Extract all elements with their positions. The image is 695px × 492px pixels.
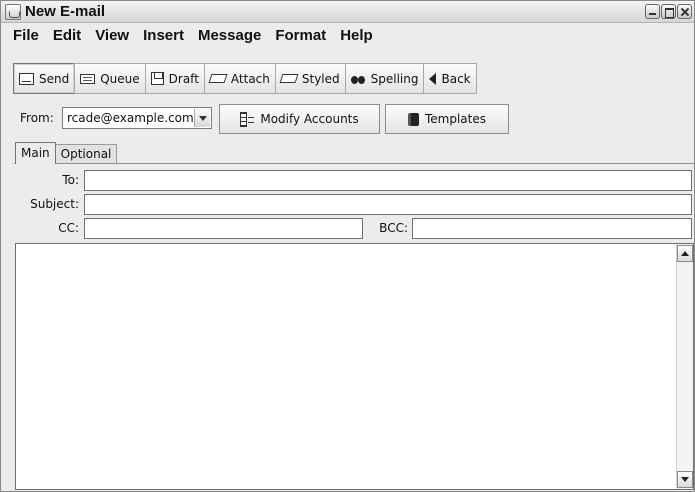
title-bar[interactable]: New E-mail [1, 1, 694, 23]
menu-view[interactable]: View [88, 27, 136, 44]
back-label: Back [441, 71, 471, 86]
scroll-up-icon[interactable] [677, 245, 693, 262]
back-button[interactable]: Back [423, 63, 477, 94]
message-body-text[interactable] [20, 248, 670, 478]
spelling-label: Spelling [370, 71, 419, 86]
maximize-icon[interactable] [661, 4, 676, 19]
to-field[interactable] [84, 170, 692, 191]
send-label: Send [39, 71, 70, 86]
attach-button[interactable]: Attach [203, 63, 276, 94]
bcc-label: BCC: [379, 221, 408, 235]
from-account-value: rcade@example.com [67, 111, 194, 125]
minimize-icon[interactable] [645, 4, 660, 19]
spelling-icon [350, 72, 366, 86]
spelling-button[interactable]: Spelling [344, 63, 425, 94]
from-label: From: [20, 111, 54, 125]
draft-icon [150, 72, 164, 85]
tab-main[interactable]: Main [15, 142, 56, 164]
cc-field[interactable] [84, 218, 363, 239]
draft-button[interactable]: Draft [144, 63, 205, 94]
back-arrow-icon [429, 72, 437, 85]
java-app-icon [5, 4, 21, 20]
compose-tabs: Main Optional [15, 142, 118, 164]
attach-label: Attach [230, 71, 270, 86]
templates-label: Templates [424, 112, 486, 126]
message-body-editor[interactable] [15, 243, 694, 490]
subject-label: Subject: [30, 197, 79, 211]
tab-optional[interactable]: Optional [54, 144, 118, 164]
menu-insert[interactable]: Insert [136, 27, 191, 44]
attach-icon [208, 74, 228, 83]
menu-message[interactable]: Message [191, 27, 268, 44]
window-controls [645, 4, 692, 19]
modify-accounts-button[interactable]: Modify Accounts [219, 104, 380, 134]
to-label: To: [62, 173, 79, 187]
menu-bar: File Edit View Insert Message Format Hel… [1, 24, 694, 46]
send-button[interactable]: Send [13, 63, 76, 94]
subject-field[interactable] [84, 194, 692, 215]
styled-label: Styled [301, 71, 340, 86]
queue-icon [80, 73, 96, 84]
bcc-field[interactable] [412, 218, 692, 239]
menu-edit[interactable]: Edit [46, 27, 88, 44]
vertical-scrollbar[interactable] [676, 244, 693, 489]
menu-file[interactable]: File [6, 27, 46, 44]
queue-label: Queue [100, 71, 140, 86]
close-icon[interactable] [677, 4, 692, 19]
menu-help[interactable]: Help [333, 27, 380, 44]
scroll-down-icon[interactable] [677, 471, 693, 488]
queue-button[interactable]: Queue [74, 63, 146, 94]
styled-button[interactable]: Styled [274, 63, 346, 94]
window-title: New E-mail [25, 3, 106, 20]
from-account-select[interactable]: rcade@example.com [62, 107, 212, 129]
send-icon [19, 72, 34, 85]
styled-icon [279, 74, 299, 83]
templates-icon [407, 112, 419, 126]
from-row: From: rcade@example.com Modify Accounts … [1, 103, 694, 134]
email-compose-window: New E-mail File Edit View Insert Message… [0, 0, 695, 492]
draft-label: Draft [168, 71, 199, 86]
toolbar: Send Queue Draft Attach Styled Spelling … [13, 63, 477, 94]
cc-label: CC: [58, 221, 79, 235]
templates-button[interactable]: Templates [385, 104, 509, 134]
tab-panel-divider [14, 163, 694, 164]
menu-format[interactable]: Format [268, 27, 333, 44]
accounts-icon [240, 112, 255, 127]
chevron-down-icon[interactable] [194, 109, 210, 127]
modify-accounts-label: Modify Accounts [260, 112, 359, 126]
